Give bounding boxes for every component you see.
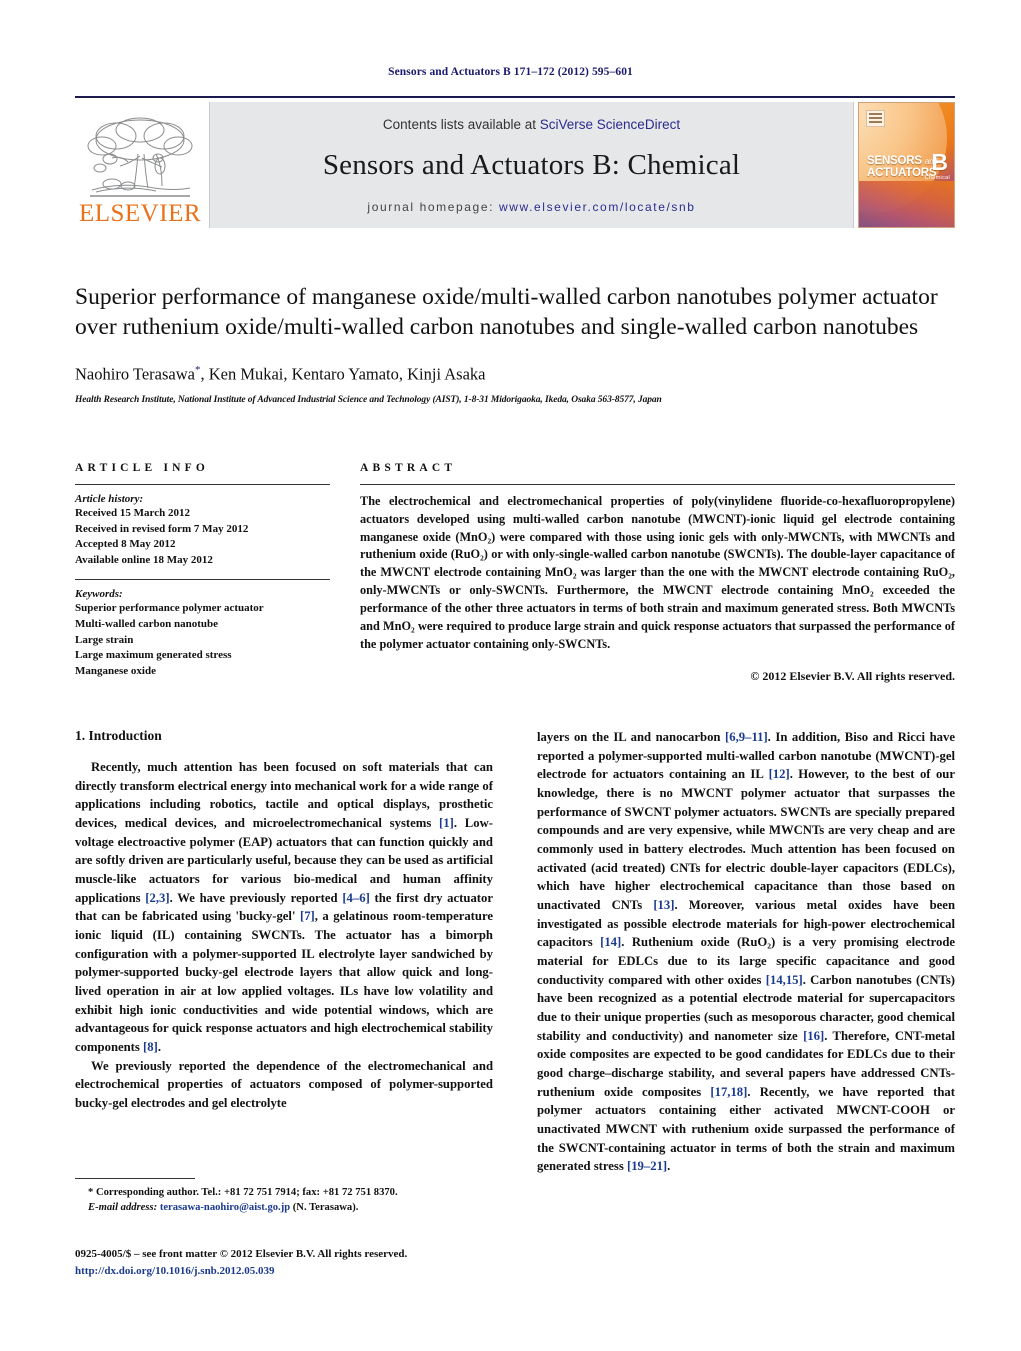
- citation-link[interactable]: [14,15]: [766, 973, 803, 987]
- title-block: Superior performance of manganese oxide/…: [75, 282, 955, 405]
- abstract-column: ABSTRACT The electrochemical and electro…: [360, 462, 955, 684]
- contents-prefix: Contents lists available at: [382, 116, 540, 132]
- text-run: . However, to the best of our knowledge,…: [537, 767, 955, 913]
- keyword-item: Manganese oxide: [75, 664, 156, 677]
- sciencedirect-link[interactable]: SciVerse ScienceDirect: [540, 117, 680, 132]
- cover-elsevier-mark-icon: [866, 110, 885, 127]
- cover-letter-b: B: [931, 149, 948, 175]
- keyword-item: Large strain: [75, 633, 134, 646]
- page-footer: 0925-4005/$ – see front matter © 2012 El…: [75, 1246, 575, 1279]
- body-column-left: 1. Introduction Recently, much attention…: [75, 728, 493, 1168]
- journal-cover-thumbnail: SENSORS and ACTUATORS B Chemical: [858, 102, 955, 228]
- elsevier-wordmark: ELSEVIER: [78, 200, 202, 227]
- email-link[interactable]: terasawa-naohiro@aist.go.jp: [160, 1202, 290, 1213]
- article-info-heading: ARTICLE INFO: [75, 462, 210, 474]
- cover-blotch-decoration: [859, 181, 954, 227]
- footnote-divider: [75, 1178, 195, 1179]
- homepage-url-link[interactable]: www.elsevier.com/locate/snb: [499, 200, 696, 214]
- corresponding-author-contact: * Corresponding author. Tel.: +81 72 751…: [88, 1187, 398, 1198]
- citation-link[interactable]: [19–21]: [627, 1159, 667, 1173]
- cover-line1: SENSORS: [867, 155, 922, 167]
- citation-link[interactable]: [4–6]: [342, 891, 369, 905]
- text-run: Recently, much attention has been focuse…: [75, 760, 493, 831]
- text-run: .: [667, 1159, 671, 1174]
- article-info-column: ARTICLE INFO Article history: Received 1…: [75, 462, 330, 684]
- elsevier-logo: ELSEVIER: [75, 102, 205, 228]
- intro-paragraph-1: Recently, much attention has been focuse…: [75, 758, 493, 1057]
- journal-band: Contents lists available at SciVerse Sci…: [209, 102, 854, 228]
- body-columns: 1. Introduction Recently, much attention…: [75, 728, 955, 1173]
- citation-link[interactable]: [7]: [300, 909, 315, 923]
- abstract-heading: ABSTRACT: [360, 462, 457, 474]
- citation-link[interactable]: [1]: [439, 816, 454, 830]
- keyword-item: Large maximum generated stress: [75, 649, 232, 662]
- authors-remaining: , Ken Mukai, Kentaro Yamato, Kinji Asaka: [200, 364, 486, 384]
- corresponding-author-note: * Corresponding author. Tel.: +81 72 751…: [75, 1185, 493, 1215]
- copyright-line: © 2012 Elsevier B.V. All rights reserved…: [750, 669, 955, 684]
- running-head: Sensors and Actuators B 171–172 (2012) 5…: [388, 66, 633, 78]
- citation-link[interactable]: [14]: [600, 935, 621, 949]
- paper-page: Sensors and Actuators B 171–172 (2012) 5…: [0, 0, 1021, 1351]
- elsevier-tree-icon: [87, 117, 193, 197]
- journal-homepage-line: journal homepage: www.elsevier.com/locat…: [367, 200, 695, 214]
- body-column-right: layers on the IL and nanocarbon [6,9–11]…: [537, 728, 955, 1173]
- email-line: E-mail address: terasawa-naohiro@aist.go…: [75, 1200, 493, 1215]
- cover-letter-subtitle: Chemical: [924, 175, 950, 181]
- abstract-body: The electrochemical and electromechanica…: [360, 494, 955, 651]
- author-list: Naohiro Terasawa*, Ken Mukai, Kentaro Ya…: [75, 364, 955, 385]
- affiliation: Health Research Institute, National Inst…: [75, 394, 662, 405]
- keyword-item: Superior performance polymer actuator: [75, 602, 264, 615]
- text-run: , a gelatinous room-temperature ionic li…: [75, 909, 493, 1055]
- history-received: Received 15 March 2012: [75, 507, 190, 519]
- citation-link[interactable]: [12]: [769, 767, 790, 781]
- citation-link[interactable]: [2,3]: [145, 891, 169, 905]
- doi-link[interactable]: http://dx.doi.org/10.1016/j.snb.2012.05.…: [75, 1263, 575, 1280]
- issn-copyright-line: 0925-4005/$ – see front matter © 2012 El…: [75, 1248, 408, 1260]
- history-online: Available online 18 May 2012: [75, 553, 213, 566]
- citation-link[interactable]: [6,9–11]: [725, 730, 768, 744]
- journal-title: Sensors and Actuators B: Chemical: [322, 148, 741, 181]
- section-heading-introduction: 1. Introduction: [75, 728, 162, 743]
- citation-link[interactable]: [16]: [803, 1029, 824, 1043]
- citation-link[interactable]: [17,18]: [710, 1085, 747, 1099]
- intro-paragraph-3: layers on the IL and nanocarbon [6,9–11]…: [537, 728, 955, 1176]
- footnote-block: * Corresponding author. Tel.: +81 72 751…: [75, 1178, 493, 1215]
- citation-link[interactable]: [13]: [653, 898, 674, 912]
- divider: [75, 484, 330, 485]
- divider: [360, 484, 955, 485]
- article-history-label: Article history:: [75, 493, 144, 505]
- page-title: Superior performance of manganese oxide/…: [75, 284, 938, 341]
- divider: [75, 579, 330, 581]
- keyword-item: Multi-walled carbon nanotube: [75, 618, 219, 631]
- contents-available-line: Contents lists available at SciVerse Sci…: [383, 117, 680, 132]
- text-run: layers on the IL and nanocarbon: [537, 730, 726, 744]
- citation-link[interactable]: [8]: [143, 1040, 158, 1054]
- author-first: Naohiro Terasawa: [75, 364, 195, 384]
- text-run: .: [157, 1040, 161, 1055]
- history-revised: Received in revised form 7 May 2012: [75, 522, 249, 535]
- text-run: . We have previously reported: [169, 890, 343, 905]
- homepage-prefix: journal homepage:: [367, 199, 499, 214]
- email-label: E-mail address:: [88, 1202, 158, 1214]
- email-suffix: (N. Terasawa).: [292, 1202, 359, 1214]
- journal-masthead: ELSEVIER Contents lists available at Sci…: [75, 96, 955, 228]
- info-abstract-section: ARTICLE INFO Article history: Received 1…: [75, 462, 955, 684]
- intro-paragraph-2: We previously reported the dependence of…: [75, 1058, 493, 1111]
- history-accepted: Accepted 8 May 2012: [75, 538, 176, 551]
- keywords-label: Keywords:: [75, 588, 123, 601]
